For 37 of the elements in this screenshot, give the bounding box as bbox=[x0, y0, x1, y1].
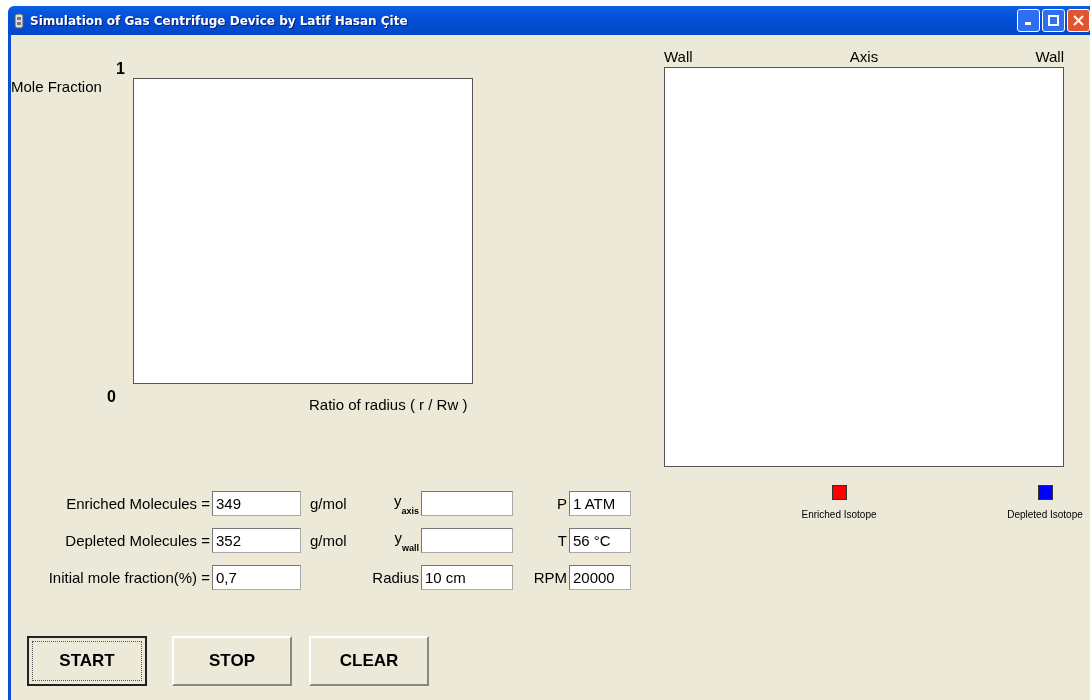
window-title: Simulation of Gas Centrifuge Device by Latif Hasan Çite bbox=[30, 13, 408, 28]
field-label: Radius bbox=[371, 569, 420, 586]
action-button[interactable]: STOP bbox=[172, 636, 292, 686]
axis-max-label: 1 bbox=[115, 60, 126, 78]
close-icon bbox=[1073, 15, 1084, 26]
maximize-button[interactable] bbox=[1042, 9, 1065, 32]
unit-label: g/mol bbox=[309, 495, 348, 512]
action-button[interactable]: CLEAR bbox=[309, 636, 429, 686]
minimize-button[interactable] bbox=[1017, 9, 1040, 32]
input-field[interactable]: 56 °C bbox=[569, 528, 631, 553]
unit-label: g/mol bbox=[309, 532, 348, 549]
field-label: Initial mole fraction(%) = bbox=[47, 569, 211, 586]
close-button[interactable] bbox=[1067, 9, 1090, 32]
position-label: Wall bbox=[1035, 48, 1064, 65]
legend-label: Depleted Isotope bbox=[1007, 509, 1083, 520]
field-label: RPM bbox=[532, 569, 568, 586]
position-label: Wall bbox=[664, 48, 693, 65]
field-label: T bbox=[556, 532, 568, 549]
app-icon bbox=[14, 12, 24, 29]
input-field[interactable]: 10 cm bbox=[421, 565, 513, 590]
field-label: P bbox=[556, 495, 568, 512]
input-field[interactable]: 0,7 bbox=[212, 565, 301, 590]
legend-label: Enriched Isotope bbox=[801, 509, 877, 520]
input-field[interactable]: 349 bbox=[212, 491, 301, 516]
input-field[interactable]: 20000 bbox=[569, 565, 631, 590]
input-field[interactable]: 1 ATM bbox=[569, 491, 631, 516]
y-axis-label: Mole Fraction bbox=[11, 78, 102, 95]
input-field[interactable]: 352 bbox=[212, 528, 301, 553]
axis-min-label: 0 bbox=[107, 388, 116, 406]
action-button[interactable]: START bbox=[27, 636, 147, 686]
x-axis-label: Ratio of radius ( r / Rw ) bbox=[309, 396, 469, 413]
input-field[interactable] bbox=[421, 491, 513, 516]
position-label: Axis bbox=[849, 48, 879, 65]
maximize-icon bbox=[1048, 15, 1059, 26]
field-label: Enriched Molecules = bbox=[65, 495, 211, 512]
field-label: Depleted Molecules = bbox=[64, 532, 211, 549]
input-field[interactable] bbox=[421, 528, 513, 553]
